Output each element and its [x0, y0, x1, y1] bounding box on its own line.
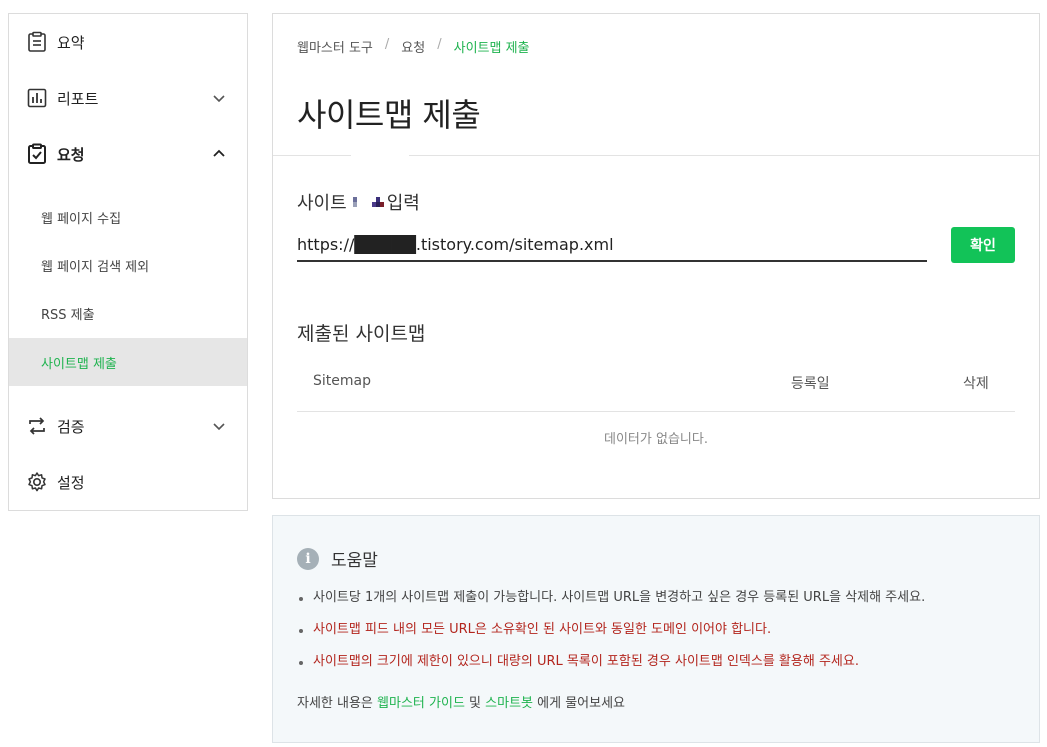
help-bullet: 사이트당 1개의 사이트맵 제출이 가능합니다. 사이트맵 URL을 변경하고 … [297, 588, 925, 620]
breadcrumb-parent[interactable]: 요청 [401, 37, 425, 56]
sidebar-item-label: 요청 [57, 145, 85, 164]
info-icon: i [297, 547, 319, 570]
sidebar-item-label: 검증 [57, 417, 85, 436]
submitted-sitemaps-title: 제출된 사이트맵 [297, 323, 426, 345]
redacted-mosaic [350, 193, 384, 211]
smartbot-link[interactable]: 스마트봇 [485, 696, 533, 711]
breadcrumb-root[interactable]: 웹마스터 도구 [297, 37, 373, 56]
sidebar-item-summary[interactable]: 요약 [9, 14, 247, 70]
sitemap-url-label: 사이트 입력 [297, 189, 420, 215]
page-title: 사이트맵 제출 [297, 96, 481, 134]
sidebar-subitem-label: RSS 제출 [41, 307, 95, 323]
column-header-registered-date: 등록일 [791, 376, 830, 392]
sidebar-item-label: 리포트 [57, 89, 99, 108]
sidebar-subitem-sitemap-submit[interactable]: 사이트맵 제출 [9, 338, 247, 386]
label-suffix: 입력 [386, 193, 420, 214]
chevron-down-icon[interactable] [211, 90, 227, 106]
help-footer-text: 및 [469, 696, 482, 711]
confirm-button[interactable]: 확인 [951, 227, 1015, 263]
chevron-up-icon[interactable] [211, 146, 227, 162]
repeat-arrows-icon [26, 415, 48, 437]
divider-gap [351, 154, 409, 157]
sidebar-subitem-label: 사이트맵 제출 [41, 356, 117, 372]
sidebar-subitem-label: 웹 페이지 수집 [41, 211, 122, 227]
help-bullet-list: 사이트당 1개의 사이트맵 제출이 가능합니다. 사이트맵 URL을 변경하고 … [297, 588, 925, 684]
column-header-delete: 삭제 [963, 376, 989, 392]
help-bullet-warning: 사이트맵의 크기에 제한이 있으니 대량의 URL 목록이 포함된 경우 사이트… [297, 652, 925, 684]
sitemap-submit-card: 웹마스터 도구 / 요청 / 사이트맵 제출 사이트맵 제출 사이트 입력 확인… [272, 13, 1040, 499]
bar-chart-icon [26, 87, 48, 109]
table-divider [297, 411, 1015, 412]
sidebar-item-label: 설정 [57, 473, 85, 492]
help-header: i 도움말 [297, 546, 378, 571]
gear-icon [26, 471, 48, 493]
breadcrumb-separator: / [384, 37, 390, 52]
sidebar-subitem-web-page-collect[interactable]: 웹 페이지 수집 [9, 193, 247, 241]
help-footer-text: 에게 물어보세요 [537, 696, 625, 711]
clipboard-list-icon [26, 31, 48, 53]
column-header-sitemap: Sitemap [313, 373, 371, 389]
sidebar: 요약 리포트 요청 웹 페이지 수집 웹 페이지 검색 제외 RSS 제출 사이… [8, 13, 248, 511]
help-bullet-warning: 사이트맵 피드 내의 모든 URL은 소유확인 된 사이트와 동일한 도메인 이… [297, 620, 925, 652]
label-prefix: 사이트 [297, 193, 347, 214]
sidebar-subitem-web-page-exclude[interactable]: 웹 페이지 검색 제외 [9, 241, 247, 289]
help-title: 도움말 [331, 551, 378, 571]
empty-table-message: 데이터가 없습니다. [604, 432, 708, 447]
sidebar-subitem-label: 웹 페이지 검색 제외 [41, 259, 150, 275]
sidebar-subitem-rss-submit[interactable]: RSS 제출 [9, 289, 247, 337]
sidebar-item-report[interactable]: 리포트 [9, 70, 247, 126]
help-footer-text: 자세한 내용은 [297, 696, 373, 711]
breadcrumb-current: 사이트맵 제출 [453, 41, 530, 56]
sidebar-item-label: 요약 [57, 33, 85, 52]
sidebar-item-verify[interactable]: 검증 [9, 398, 247, 454]
sidebar-item-request[interactable]: 요청 [9, 126, 247, 182]
chevron-down-icon[interactable] [211, 418, 227, 434]
help-footer: 자세한 내용은 웹마스터 가이드 및 스마트봇 에게 물어보세요 [297, 692, 625, 711]
breadcrumb: 웹마스터 도구 / 요청 / 사이트맵 제출 [297, 37, 530, 56]
webmaster-guide-link[interactable]: 웹마스터 가이드 [377, 696, 465, 711]
breadcrumb-separator: / [437, 37, 442, 52]
help-box: i 도움말 사이트당 1개의 사이트맵 제출이 가능합니다. 사이트맵 URL을… [272, 515, 1040, 743]
clipboard-check-icon [26, 143, 48, 165]
sidebar-item-settings[interactable]: 설정 [9, 454, 247, 510]
sitemap-url-input[interactable] [297, 228, 927, 262]
